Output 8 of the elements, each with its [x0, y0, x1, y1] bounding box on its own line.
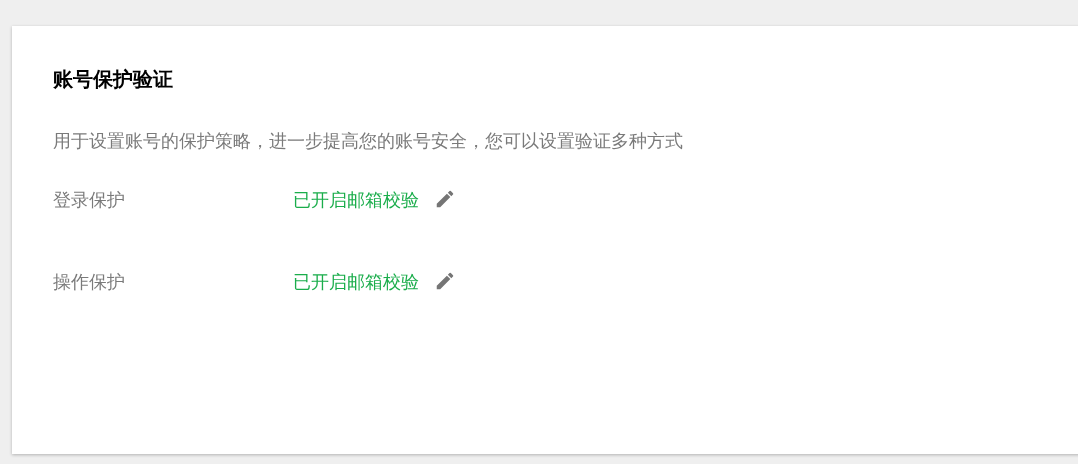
card-title: 账号保护验证 — [53, 66, 174, 93]
setting-status: 已开启邮箱校验 — [293, 269, 419, 294]
pencil-icon — [434, 270, 456, 292]
setting-label: 登录保护 — [53, 187, 126, 212]
setting-label: 操作保护 — [53, 269, 126, 294]
setting-status: 已开启邮箱校验 — [293, 187, 419, 212]
card-description: 用于设置账号的保护策略，进一步提高您的账号安全，您可以设置验证多种方式 — [53, 129, 684, 153]
pencil-icon — [434, 188, 456, 210]
